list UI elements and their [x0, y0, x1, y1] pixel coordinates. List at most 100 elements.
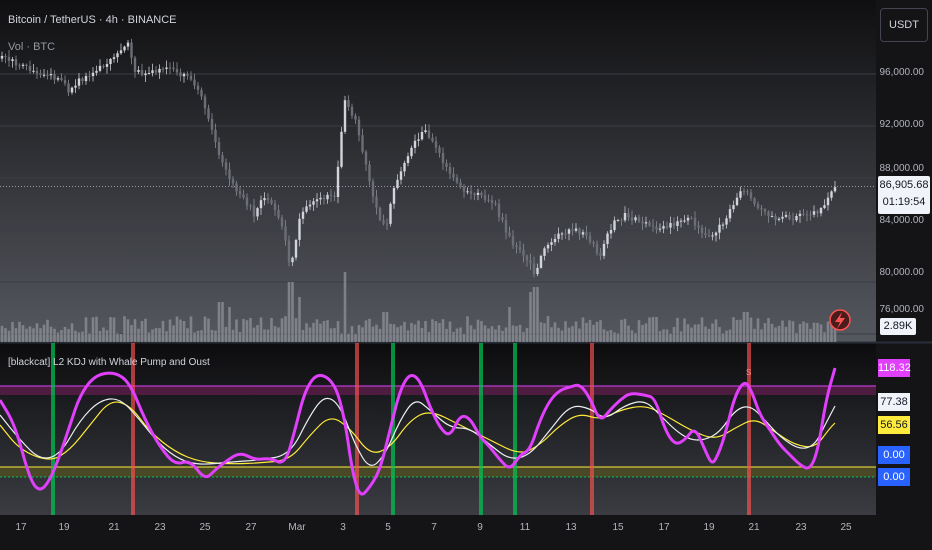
volume-bar [798, 323, 802, 342]
volume-bar [378, 328, 382, 342]
candle-body [245, 197, 249, 206]
chart-canvas[interactable] [0, 0, 932, 550]
candle-body [480, 192, 483, 196]
volume-bar [480, 321, 483, 342]
volume-bar [238, 331, 242, 342]
candle-body [357, 119, 361, 136]
volume-bar [630, 330, 634, 342]
volume-bar [455, 328, 459, 342]
candle-body [207, 108, 210, 119]
candle-body [133, 57, 137, 72]
candle-body [95, 70, 98, 73]
time-axis[interactable] [0, 515, 932, 550]
volume-bar [644, 323, 648, 342]
volume-bar [189, 316, 193, 342]
volume-bar [669, 333, 672, 342]
time-label: 23 [154, 522, 166, 533]
volume-bar [228, 307, 231, 342]
lightning-icon[interactable] [829, 309, 851, 331]
candle-body [343, 100, 347, 132]
volume-bar [490, 326, 494, 342]
indicator-title[interactable]: [blackcat] L2 KDJ with Whale Pump and Ou… [8, 357, 210, 368]
volume-bar [525, 327, 529, 342]
candle-body [746, 191, 749, 193]
volume-bar [284, 316, 287, 342]
volume-bar [539, 322, 543, 342]
symbol-title[interactable]: Bitcoin / TetherUS · 4h · BINANCE [8, 14, 177, 26]
candle-body [630, 217, 634, 221]
k-value-badge: 77.38 [878, 393, 910, 411]
candle-body [102, 65, 105, 67]
candle-body [483, 195, 487, 200]
volume-bar [434, 321, 438, 342]
candle-body [690, 217, 693, 219]
candle-body [403, 162, 406, 172]
volume-legend[interactable]: Vol · BTC [8, 41, 55, 53]
volume-bar [315, 319, 319, 342]
time-label: 17 [658, 522, 670, 533]
price-label-84000: 84,000.00 [879, 215, 925, 226]
volume-bar [270, 317, 273, 342]
candle-body [126, 42, 130, 47]
candle-body [371, 181, 375, 197]
volume-bar [77, 332, 81, 342]
volume-bar [298, 297, 301, 342]
volume-bar [245, 320, 249, 342]
volume-bar [704, 326, 707, 342]
volume-bar [91, 317, 95, 342]
volume-bar [448, 321, 452, 342]
candle-body [679, 220, 683, 222]
volume-bar [74, 330, 77, 342]
candle-body [434, 141, 438, 148]
candle-body [413, 140, 417, 148]
volume-bar [788, 320, 791, 342]
candle-body [84, 75, 88, 82]
volume-bar [305, 323, 308, 342]
time-label: Mar [288, 522, 306, 533]
volume-bar [420, 327, 424, 342]
candle-body [294, 239, 298, 258]
candle-body [595, 243, 599, 253]
candle-body [319, 197, 322, 200]
volume-bar [403, 321, 406, 342]
candle-body [25, 64, 28, 67]
candle-body [770, 215, 774, 217]
candle-body [830, 191, 833, 198]
sell-marker: S [746, 368, 752, 377]
candle-body [382, 220, 385, 224]
volume-bar [126, 319, 130, 342]
candle-body [686, 217, 690, 221]
candle-body [637, 217, 641, 222]
price-label-88000: 88,000.00 [879, 163, 925, 174]
volume-bar [35, 323, 39, 342]
candle-body [291, 257, 294, 263]
candle-body [161, 68, 165, 70]
candle-body [662, 226, 665, 229]
candle-body [651, 225, 655, 227]
currency-button[interactable]: USDT [880, 8, 928, 42]
candle-body [4, 55, 7, 57]
volume-bar [742, 312, 746, 342]
time-label: 15 [612, 522, 624, 533]
volume-bar [599, 320, 602, 342]
volume-bar [259, 317, 263, 342]
candle-body [280, 217, 284, 227]
time-label: 19 [58, 522, 70, 533]
candle-body [312, 201, 315, 205]
volume-bar [606, 331, 609, 342]
volume-bar [308, 327, 312, 342]
volume-bar [392, 324, 396, 342]
candle-body [791, 219, 795, 221]
volume-bar [214, 330, 217, 342]
candle-body [354, 115, 357, 120]
candle-body [620, 220, 623, 222]
candle-body [221, 155, 224, 163]
volume-bar [732, 317, 735, 342]
volume-bar [700, 317, 704, 342]
candle-body [123, 46, 126, 51]
candle-body [235, 183, 238, 192]
volume-bar [665, 329, 669, 342]
candle-body [802, 213, 805, 215]
candle-body [231, 179, 235, 184]
candle-body [165, 67, 168, 69]
